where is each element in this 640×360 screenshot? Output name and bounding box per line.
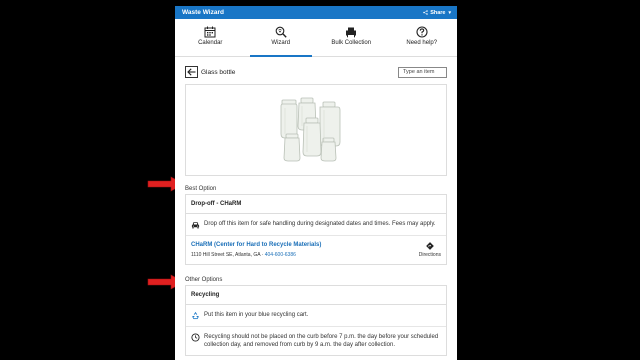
directions-icon: [426, 242, 434, 250]
help-icon: [416, 26, 428, 38]
best-option-title: Drop-off - CHaRM: [186, 195, 446, 214]
item-image: [185, 84, 447, 176]
arrow-left-icon: [187, 68, 196, 76]
armchair-icon: [346, 27, 357, 38]
recycling-timing-row: Recycling should not be placed on the cu…: [186, 327, 446, 355]
tab-bar: Calendar Wizard Bulk Collection Need hel…: [175, 19, 457, 57]
tab-bulk-collection[interactable]: Bulk Collection: [316, 19, 387, 56]
item-header: Glass bottle: [185, 66, 447, 78]
item-title: Glass bottle: [201, 68, 236, 76]
share-icon: [423, 10, 428, 15]
other-options-label: Other Options: [185, 277, 223, 283]
location-name-link[interactable]: CHaRM (Center for Hard to Recycle Materi…: [191, 242, 321, 248]
chevron-down-icon: ▾: [448, 9, 451, 16]
location-address: 1110 Hill Street SE, Atlanta, GA: [191, 252, 261, 258]
wizard-search-icon: [275, 26, 287, 38]
best-option-instruction: Drop off this item for safe handling dur…: [204, 221, 436, 227]
item-title-group: Glass bottle: [185, 66, 235, 78]
item-search-input[interactable]: [398, 66, 447, 78]
main-content: Glass bottle Type an item Best Option Dr…: [175, 66, 457, 357]
best-option-instruction-row: Drop off this item for safe handling dur…: [186, 214, 446, 236]
share-button[interactable]: Share ▾: [423, 10, 451, 16]
best-option-card: Drop-off - CHaRM Drop off this item for …: [185, 194, 447, 265]
screen-backdrop: Waste Wizard Share ▾ Calendar Wizard Bul…: [0, 0, 640, 360]
calendar-icon: [204, 26, 216, 38]
tab-calendar-label: Calendar: [198, 40, 223, 46]
location-phone-link[interactable]: 404-600-6386: [265, 252, 296, 258]
tab-wizard-label: Wizard: [271, 40, 291, 46]
tab-need-help-label: Need help?: [406, 40, 438, 46]
dropoff-location: CHaRM (Center for Hard to Recycle Materi…: [186, 236, 446, 264]
recycling-title: Recycling: [186, 286, 446, 305]
clock-icon: [191, 333, 200, 342]
tab-bulk-collection-label: Bulk Collection: [331, 40, 372, 46]
app-title: Waste Wizard: [182, 9, 224, 16]
recycling-card: Recycling Put this item in your blue rec…: [185, 285, 447, 357]
glass-jars-image: [280, 97, 341, 162]
tab-need-help[interactable]: Need help?: [387, 19, 458, 56]
app-header: Waste Wizard Share ▾: [175, 6, 457, 19]
tab-wizard[interactable]: Wizard: [246, 19, 317, 57]
recycling-timing: Recycling should not be placed on the cu…: [204, 334, 439, 349]
recycling-instruction: Put this item in your blue recycling car…: [204, 312, 309, 318]
location-details: CHaRM (Center for Hard to Recycle Materi…: [191, 242, 321, 258]
waste-wizard-widget: Waste Wizard Share ▾ Calendar Wizard Bul…: [175, 6, 457, 360]
tab-calendar[interactable]: Calendar: [175, 19, 246, 56]
recycle-icon: [192, 311, 199, 320]
back-button[interactable]: [185, 66, 198, 78]
share-label: Share: [430, 9, 446, 16]
car-icon: [191, 221, 200, 229]
directions-button[interactable]: Directions: [419, 242, 441, 258]
best-option-label: Best Option: [185, 186, 217, 192]
directions-label: Directions: [418, 252, 441, 258]
location-address-line: 1110 Hill Street SE, Atlanta, GA · 404-6…: [191, 252, 321, 258]
recycling-instruction-row: Put this item in your blue recycling car…: [186, 305, 446, 327]
